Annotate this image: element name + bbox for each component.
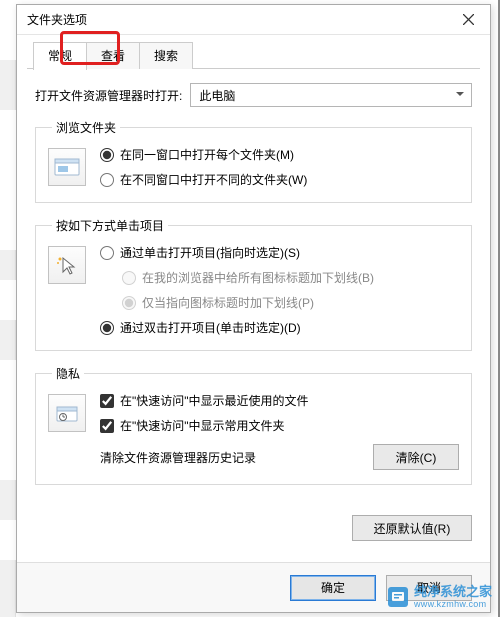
opt-same-window[interactable]: 在同一窗口中打开每个文件夹(M) [100,146,459,163]
chevron-down-icon [455,88,465,102]
radio-underline-all [122,271,136,285]
click-items-group: 按如下方式单击项目 通过单击打开项目(指向时选定)(S) 在我的浏览器中给所有图… [35,217,472,351]
bg-hint [0,560,16,617]
open-explorer-combo[interactable]: 此电脑 [190,83,472,107]
folder-options-dialog: 文件夹选项 常规 查看 搜索 打开文件资源管理器时打开: 此电脑 浏览文件夹 [16,4,491,613]
check-frequent-folders[interactable] [100,419,114,433]
clear-history-label: 清除文件资源管理器历史记录 [100,449,256,466]
tab-view[interactable]: 查看 [86,42,140,69]
privacy-clear-row: 清除文件资源管理器历史记录 清除(C) [100,444,459,470]
opt-underline-point: 仅当指向图标标题时加下划线(P) [122,294,459,311]
bg-hint [0,250,16,280]
browse-folders-group: 浏览文件夹 在同一窗口中打开每个文件夹(M) 在不同窗口中打开不同的文件夹(W) [35,119,472,203]
opt-recent-files[interactable]: 在"快速访问"中显示最近使用的文件 [100,392,459,409]
browse-folders-legend: 浏览文件夹 [52,119,120,136]
window-title: 文件夹选项 [27,11,87,28]
clear-button[interactable]: 清除(C) [373,444,459,470]
tab-general[interactable]: 常规 [33,42,87,70]
tab-search[interactable]: 搜索 [139,42,193,69]
privacy-legend: 隐私 [52,365,84,382]
opt-underline-all: 在我的浏览器中给所有图标标题加下划线(B) [122,269,459,286]
check-recent-files[interactable] [100,394,114,408]
restore-defaults-button[interactable]: 还原默认值(R) [352,515,472,541]
open-explorer-value: 此电脑 [199,87,235,104]
cursor-click-icon [48,246,86,284]
watermark-brand: 纯净系统之家 [414,585,492,599]
bg-hint [0,320,16,360]
open-explorer-label: 打开文件资源管理器时打开: [35,87,182,104]
close-button[interactable] [446,5,490,35]
bg-hint [0,480,16,520]
folder-window-icon [48,148,86,186]
watermark: 纯净系统之家 www.kzmhw.com [388,585,492,609]
radio-underline-point [122,296,136,310]
privacy-group: 隐私 在"快速访问"中显示最近使用的文件 在"快速访问"中显示常用文件夹 [35,365,472,485]
watermark-logo-icon [388,587,408,607]
tab-strip: 常规 查看 搜索 [17,35,490,69]
ok-button[interactable]: 确定 [290,575,376,601]
opt-double-click[interactable]: 通过双击打开项目(单击时选定)(D) [100,319,459,336]
bg-hint [0,60,16,110]
close-icon [463,14,474,25]
restore-row: 还原默认值(R) [17,509,490,541]
radio-new-window[interactable] [100,173,114,187]
privacy-icon [48,394,86,432]
open-explorer-row: 打开文件资源管理器时打开: 此电脑 [35,83,472,107]
panel-general: 打开文件资源管理器时打开: 此电脑 浏览文件夹 在同一窗口中打开每个文件夹(M) [17,69,490,509]
watermark-url: www.kzmhw.com [414,599,492,609]
opt-frequent-folders[interactable]: 在"快速访问"中显示常用文件夹 [100,417,459,434]
click-items-legend: 按如下方式单击项目 [52,217,168,234]
opt-single-click[interactable]: 通过单击打开项目(指向时选定)(S) [100,244,459,261]
radio-double-click[interactable] [100,321,114,335]
radio-single-click[interactable] [100,246,114,260]
opt-new-window[interactable]: 在不同窗口中打开不同的文件夹(W) [100,171,459,188]
radio-same-window[interactable] [100,148,114,162]
titlebar: 文件夹选项 [17,5,490,35]
